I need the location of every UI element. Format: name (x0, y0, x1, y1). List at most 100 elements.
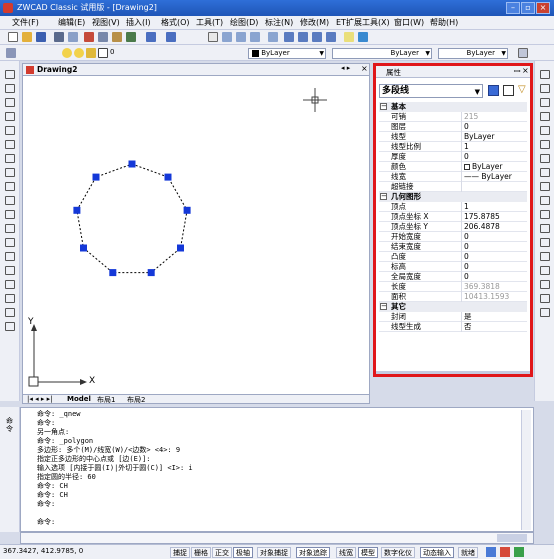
save-icon[interactable] (36, 32, 46, 42)
chamfer-icon[interactable] (540, 266, 550, 275)
status-toggle[interactable]: 栅格 (191, 547, 211, 558)
property-row[interactable]: 全局宽度 0 (379, 272, 527, 282)
explode-icon[interactable] (540, 294, 550, 303)
menu-draw[interactable]: 绘图(D) (230, 17, 258, 29)
command-scrollbar[interactable] (521, 410, 531, 530)
layer-on-icon[interactable] (62, 48, 72, 58)
restore-button[interactable]: ▫ (521, 2, 535, 14)
tab-nav-arrows-icon[interactable]: |◂ ◂ ▸ ▸| (27, 395, 52, 403)
minimize-button[interactable]: – (506, 2, 520, 14)
property-value[interactable]: 0 (461, 262, 527, 272)
layer-manager-icon[interactable] (6, 48, 16, 58)
grip-handle[interactable] (92, 173, 100, 181)
status-toggle[interactable]: 对象捕捉 (257, 547, 291, 558)
undo-icon[interactable] (146, 32, 156, 42)
close-button[interactable]: × (536, 2, 550, 14)
grip-handle[interactable] (109, 269, 117, 277)
layer-color-icon[interactable] (98, 48, 108, 58)
break-icon[interactable] (540, 224, 550, 233)
redo-icon[interactable] (166, 32, 176, 42)
zoom-previous-icon[interactable] (250, 32, 260, 42)
status-toggle[interactable]: 模型 (358, 547, 378, 558)
property-value[interactable]: 1 (461, 142, 527, 152)
circle-icon[interactable] (5, 154, 15, 163)
calculator-icon[interactable] (344, 32, 354, 42)
menu-view[interactable]: 视图(V) (92, 17, 120, 29)
property-value[interactable]: 0 (461, 152, 527, 162)
select-objects-icon[interactable] (503, 85, 514, 96)
grip-handle[interactable] (73, 206, 81, 214)
menu-file[interactable]: 文件(F) (12, 17, 39, 29)
status-toggle[interactable]: 捕捉 (170, 547, 190, 558)
tab-layout1[interactable]: 布局1 (97, 395, 115, 405)
plot-style-icon[interactable] (518, 48, 528, 58)
status-toggle[interactable]: 对象追踪 (296, 547, 330, 558)
trim-icon[interactable] (540, 196, 550, 205)
zoom-extents-icon[interactable] (268, 32, 278, 42)
property-value[interactable] (461, 182, 527, 192)
property-row[interactable]: 顶点坐标 Y 206.4878 (379, 222, 527, 232)
rectangle-icon[interactable] (5, 126, 15, 135)
ray-icon[interactable] (5, 84, 15, 93)
property-row[interactable]: 线型生成 否 (379, 322, 527, 332)
extend-icon[interactable] (540, 210, 550, 219)
property-value[interactable]: 215 (461, 112, 527, 122)
property-row[interactable]: 标高 0 (379, 262, 527, 272)
ellipse-arc-icon[interactable] (5, 210, 15, 219)
property-row[interactable]: 线型比例 1 (379, 142, 527, 152)
property-row[interactable]: 结束宽度 0 (379, 242, 527, 252)
property-category[interactable]: − 其它 (379, 302, 527, 312)
doc-close-icon[interactable]: × (361, 64, 368, 73)
command-input-line[interactable] (20, 532, 534, 544)
scale-icon[interactable] (540, 168, 550, 177)
property-value[interactable]: 0 (461, 252, 527, 262)
property-row[interactable]: 图层 0 (379, 122, 527, 132)
property-row[interactable]: 长度 369.3818 (379, 282, 527, 292)
doc-nav-arrows-icon[interactable]: ◂ ▸ (341, 64, 350, 72)
layer-thaw-icon[interactable] (74, 48, 84, 58)
status-toggle[interactable]: 正交 (212, 547, 232, 558)
match-properties-icon[interactable] (126, 32, 136, 42)
property-value[interactable]: 0 (461, 272, 527, 282)
property-value[interactable]: 是 (461, 312, 527, 322)
tray-icon[interactable] (500, 547, 510, 557)
property-row[interactable]: 面积 10413.1593 (379, 292, 527, 302)
status-toggle[interactable]: 极轴 (233, 547, 253, 558)
array-icon[interactable] (540, 126, 550, 135)
menu-help[interactable]: 帮助(H) (430, 17, 458, 29)
design-center-icon[interactable] (298, 32, 308, 42)
insert-block-icon[interactable] (5, 224, 15, 233)
property-row[interactable]: 厚度 0 (379, 152, 527, 162)
drawing-canvas[interactable]: Y X (22, 76, 370, 394)
region-icon[interactable] (5, 294, 15, 303)
mtext-icon[interactable] (5, 322, 15, 331)
linetype-combo[interactable]: ByLayer ▼ (332, 48, 432, 59)
property-value[interactable]: ByLayer (461, 132, 527, 142)
tool-palettes-icon[interactable] (312, 32, 322, 42)
menu-insert[interactable]: 插入(I) (126, 17, 151, 29)
property-value[interactable]: —— ByLayer (461, 172, 527, 182)
zoom-realtime-icon[interactable] (222, 32, 232, 42)
command-hscrollbar[interactable] (497, 534, 527, 542)
color-combo[interactable]: ByLayer ▼ (248, 48, 326, 59)
pan-icon[interactable] (208, 32, 218, 42)
rotate-icon[interactable] (540, 154, 550, 163)
sheet-set-icon[interactable] (326, 32, 336, 42)
property-row[interactable]: 线宽 —— ByLayer (379, 172, 527, 182)
polyline-icon[interactable] (5, 98, 15, 107)
polygon-icon[interactable] (5, 112, 15, 121)
mirror-icon[interactable] (540, 98, 550, 107)
property-row[interactable]: 凸度 0 (379, 252, 527, 262)
status-toggle[interactable]: 线宽 (336, 547, 356, 558)
property-value[interactable]: 0 (461, 242, 527, 252)
grip-handle[interactable] (80, 244, 87, 252)
property-category[interactable]: − 几何图形 (379, 192, 527, 202)
grip-handle[interactable] (177, 244, 184, 252)
ellipse-icon[interactable] (5, 196, 15, 205)
tray-icon[interactable] (486, 547, 496, 557)
line-icon[interactable] (5, 70, 15, 79)
properties-icon[interactable] (284, 32, 294, 42)
property-row[interactable]: 线型 ByLayer (379, 132, 527, 142)
property-value[interactable]: 206.4878 (461, 222, 527, 232)
status-toggle[interactable]: 就绪 (458, 547, 478, 558)
